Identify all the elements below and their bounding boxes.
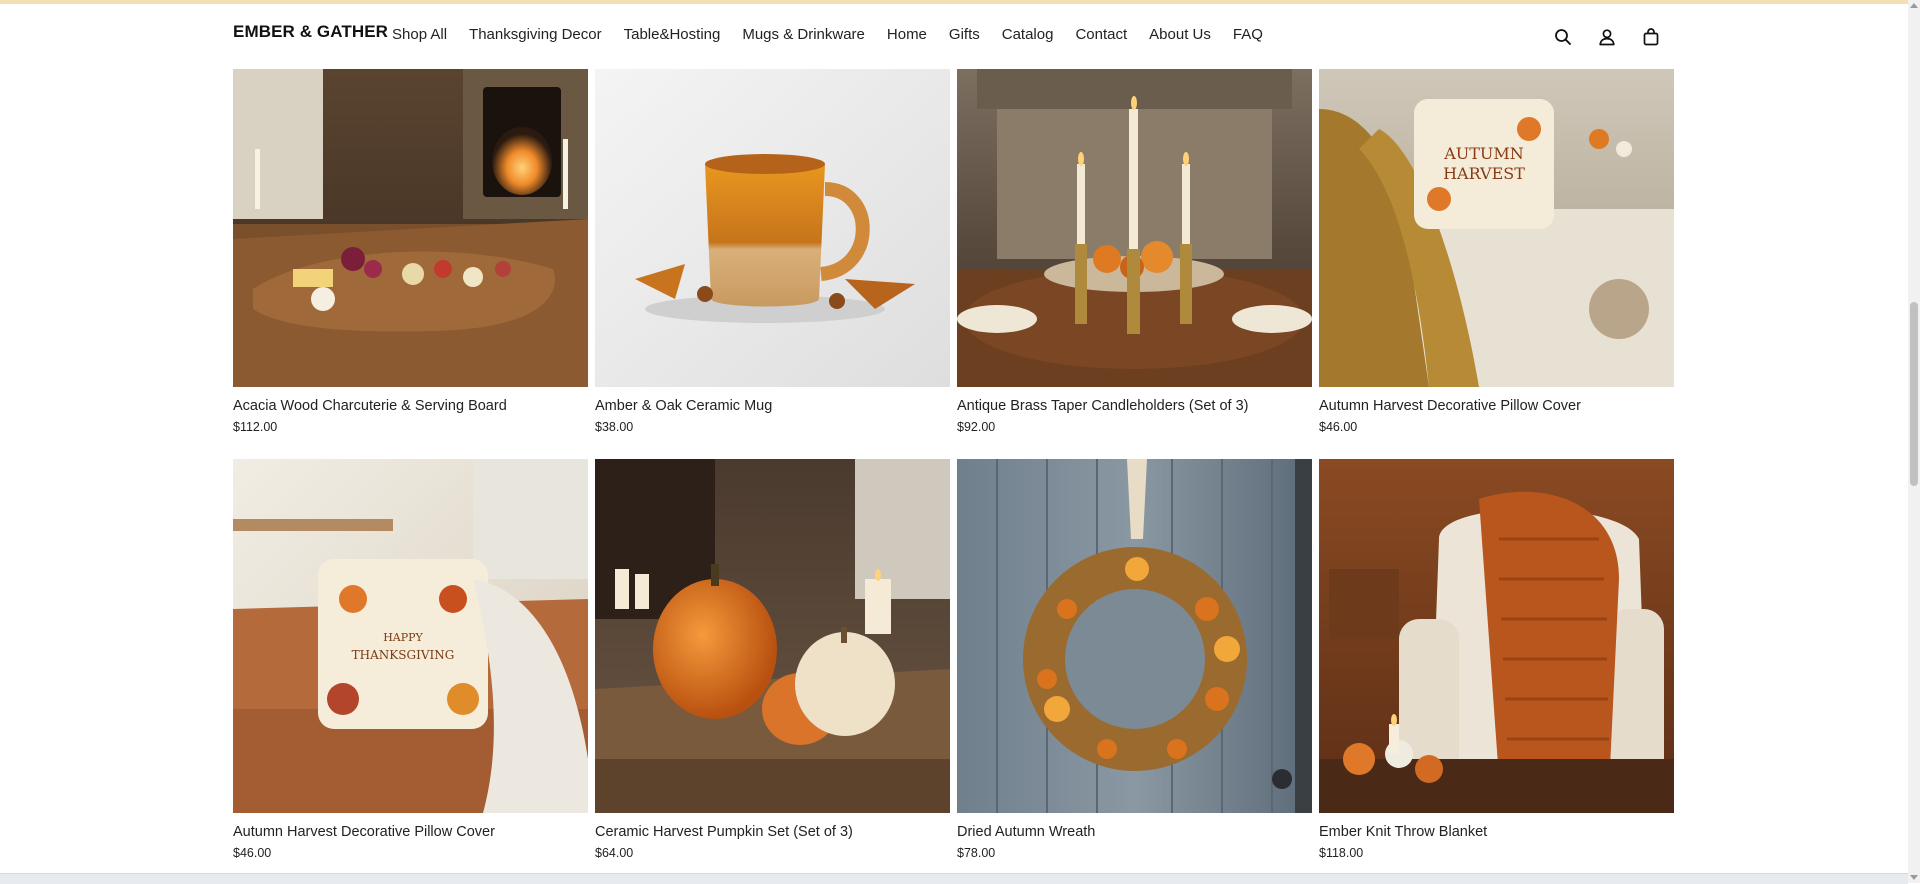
account-icon[interactable] xyxy=(1594,24,1620,50)
search-icon[interactable] xyxy=(1550,24,1576,50)
product-price: $46.00 xyxy=(1319,420,1358,434)
nav-table-hosting[interactable]: Table&Hosting xyxy=(624,26,721,43)
product-image-candleholders[interactable] xyxy=(957,69,1312,387)
scroll-up-arrow[interactable] xyxy=(1910,3,1918,8)
nav-mugs-drinkware[interactable]: Mugs & Drinkware xyxy=(742,26,865,43)
product-card[interactable]: Acacia Wood Charcuterie & Serving Board … xyxy=(233,69,588,434)
site-header: EMBER & GATHER Shop All Thanksgiving Dec… xyxy=(0,4,1908,66)
pillow-print-text: HAPPY xyxy=(383,631,423,644)
product-price: $92.00 xyxy=(957,420,996,434)
product-image-mug[interactable] xyxy=(595,69,950,387)
product-price: $78.00 xyxy=(957,846,996,860)
nav-about-us[interactable]: About Us xyxy=(1149,26,1211,43)
scroll-down-arrow[interactable] xyxy=(1910,875,1918,880)
pillow-print-text: AUTUMN xyxy=(1443,144,1524,163)
nav-gifts[interactable]: Gifts xyxy=(949,26,980,43)
nav-catalog[interactable]: Catalog xyxy=(1002,26,1054,43)
product-price: $38.00 xyxy=(595,420,634,434)
product-card[interactable]: Ember Knit Throw Blanket $118.00 xyxy=(1319,459,1674,860)
product-card[interactable]: HAPPY THANKSGIVING Autumn Harvest Decora… xyxy=(233,459,588,860)
product-card[interactable]: Antique Brass Taper Candleholders (Set o… xyxy=(957,69,1312,434)
product-title[interactable]: Acacia Wood Charcuterie & Serving Board xyxy=(233,398,588,414)
product-title[interactable]: Autumn Harvest Decorative Pillow Cover xyxy=(233,824,588,840)
pillow-print-text: THANKSGIVING xyxy=(352,648,455,662)
nav-thanksgiving-decor[interactable]: Thanksgiving Decor xyxy=(469,26,602,43)
product-card[interactable]: AUTUMN HARVEST Autumn Harvest Decorative… xyxy=(1319,69,1674,434)
scrollbar-thumb[interactable] xyxy=(1910,302,1918,486)
product-title[interactable]: Ceramic Harvest Pumpkin Set (Set of 3) xyxy=(595,824,950,840)
product-card[interactable]: Dried Autumn Wreath $78.00 xyxy=(957,459,1312,860)
page-scrollbar[interactable] xyxy=(1908,0,1920,883)
main-nav: Shop All Thanksgiving Decor Table&Hostin… xyxy=(392,26,1285,43)
product-title[interactable]: Amber & Oak Ceramic Mug xyxy=(595,398,950,414)
product-price: $118.00 xyxy=(1319,846,1364,860)
product-image-wreath[interactable] xyxy=(957,459,1312,813)
product-title[interactable]: Dried Autumn Wreath xyxy=(957,824,1312,840)
nav-home[interactable]: Home xyxy=(887,26,927,43)
product-image-knit-throw[interactable] xyxy=(1319,459,1674,813)
header-actions xyxy=(1550,24,1682,50)
nav-contact[interactable]: Contact xyxy=(1075,26,1127,43)
product-card[interactable]: Amber & Oak Ceramic Mug $38.00 xyxy=(595,69,950,434)
pillow-print-text: HARVEST xyxy=(1443,164,1525,183)
product-image-pumpkin-set[interactable] xyxy=(595,459,950,813)
product-image-thanksgiving-pillow[interactable]: HAPPY THANKSGIVING xyxy=(233,459,588,813)
product-price: $46.00 xyxy=(233,846,272,860)
product-card[interactable]: Ceramic Harvest Pumpkin Set (Set of 3) $… xyxy=(595,459,950,860)
nav-shop-all[interactable]: Shop All xyxy=(392,26,447,43)
product-title[interactable]: Antique Brass Taper Candleholders (Set o… xyxy=(957,398,1312,414)
product-title[interactable]: Ember Knit Throw Blanket xyxy=(1319,824,1674,840)
product-price: $64.00 xyxy=(595,846,634,860)
product-image-charcuterie[interactable] xyxy=(233,69,588,387)
cart-icon[interactable] xyxy=(1638,24,1664,50)
nav-faq[interactable]: FAQ xyxy=(1233,26,1263,43)
brand-logo[interactable]: EMBER & GATHER xyxy=(233,22,388,42)
product-title[interactable]: Autumn Harvest Decorative Pillow Cover xyxy=(1319,398,1674,414)
product-image-autumn-pillow[interactable]: AUTUMN HARVEST xyxy=(1319,69,1674,387)
taskbar-edge xyxy=(0,873,1908,884)
product-price: $112.00 xyxy=(233,420,278,434)
